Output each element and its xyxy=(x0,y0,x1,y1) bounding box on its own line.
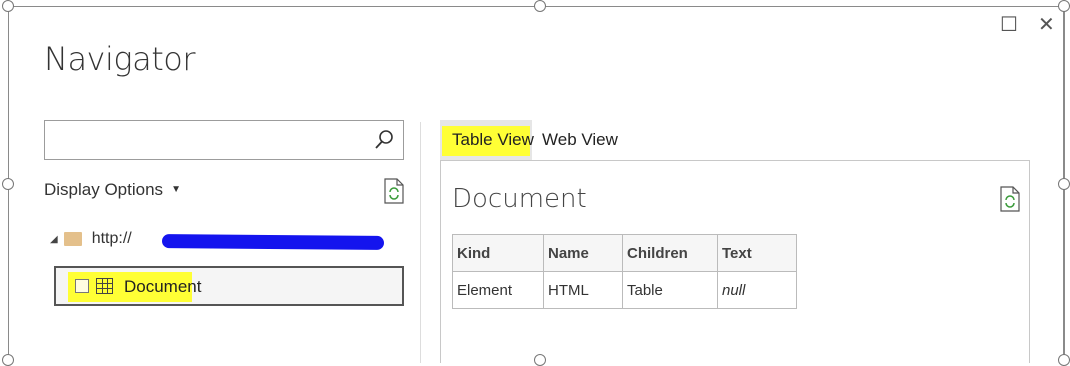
redaction-scribble xyxy=(161,234,385,250)
resize-handle-top-left[interactable] xyxy=(2,0,14,12)
table-cell: Table xyxy=(622,271,718,309)
expand-triangle-icon[interactable]: ◢ xyxy=(50,234,58,245)
column-header-children[interactable]: Children xyxy=(622,234,718,272)
resize-handle-left[interactable] xyxy=(2,178,14,190)
tab-table-view[interactable]: Table View xyxy=(452,130,534,150)
resize-handle-right[interactable] xyxy=(1058,178,1070,190)
column-header-text[interactable]: Text xyxy=(717,234,797,272)
search-input[interactable] xyxy=(44,120,404,160)
table-header-row: Kind Name Children Text xyxy=(452,234,797,272)
preview-title: Document xyxy=(452,184,587,214)
table-cell: null xyxy=(717,271,797,309)
display-options-dropdown[interactable]: Display Options ▼ xyxy=(44,180,181,200)
refresh-icon[interactable] xyxy=(384,178,404,209)
preview-refresh-icon[interactable] xyxy=(1000,186,1020,217)
column-header-kind[interactable]: Kind xyxy=(452,234,544,272)
pane-divider xyxy=(420,122,421,363)
folder-icon xyxy=(63,232,82,246)
chevron-down-icon: ▼ xyxy=(171,184,181,195)
resize-handle-bottom-right[interactable] xyxy=(1058,354,1070,366)
tree-item-label: Document xyxy=(124,277,202,296)
column-header-name[interactable]: Name xyxy=(543,234,623,272)
table-icon xyxy=(96,278,113,294)
resize-handle-top[interactable] xyxy=(534,0,546,12)
search-icon[interactable] xyxy=(373,129,395,156)
table-cell: HTML xyxy=(543,271,623,309)
display-options-label: Display Options xyxy=(44,180,164,199)
close-button[interactable]: ✕ xyxy=(1038,12,1055,37)
table-row: Element HTML Table null xyxy=(452,271,797,309)
preview-table: Kind Name Children Text Element HTML Tab… xyxy=(452,234,797,309)
table-cell: Element xyxy=(452,271,544,309)
dialog-title: Navigator xyxy=(44,40,195,78)
tab-web-view[interactable]: Web View xyxy=(542,130,618,150)
resize-handle-bottom-left[interactable] xyxy=(2,354,14,366)
resize-handle-top-right[interactable] xyxy=(1058,0,1070,12)
maximize-button[interactable]: ☐ xyxy=(1000,12,1018,37)
document-checkbox[interactable] xyxy=(75,279,89,293)
